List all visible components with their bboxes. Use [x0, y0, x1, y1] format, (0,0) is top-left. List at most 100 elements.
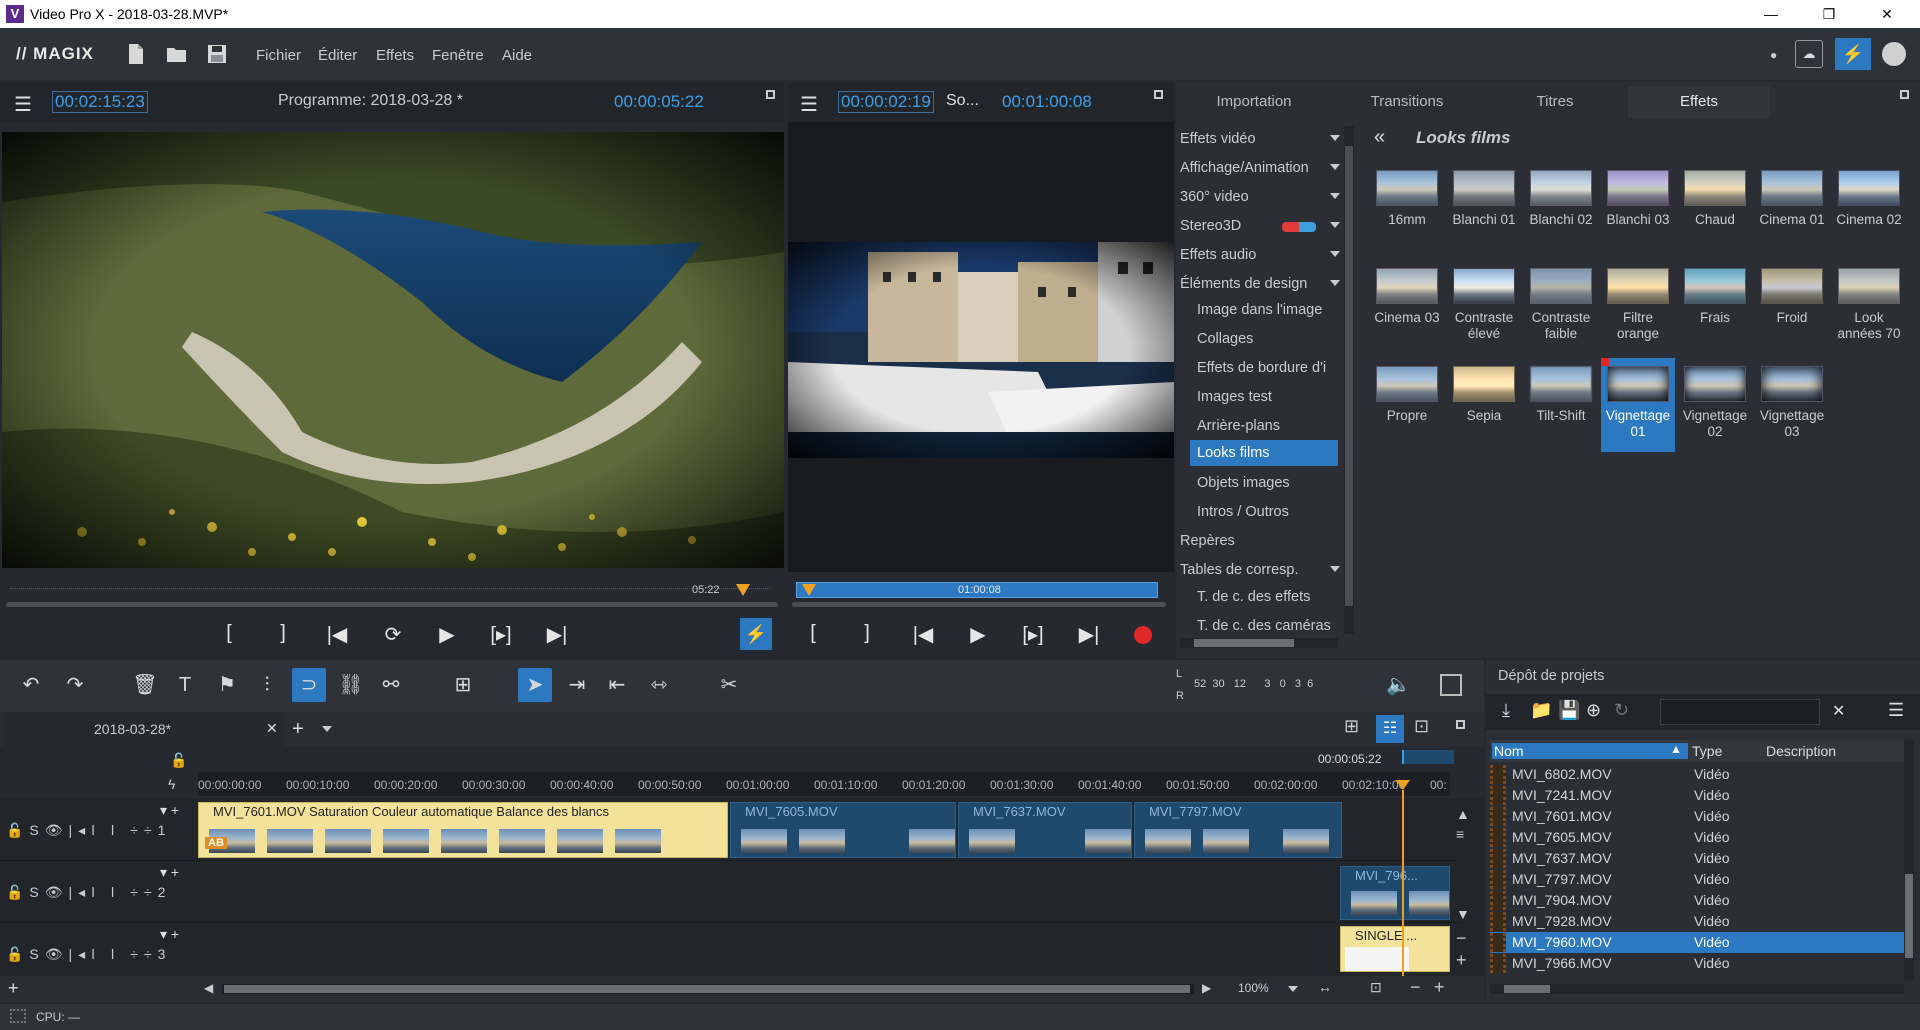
cat-elements-design[interactable]: Éléments de design — [1180, 271, 1340, 297]
cat-objets-images[interactable]: Objets images — [1197, 470, 1357, 496]
add-tab-icon[interactable]: + — [292, 718, 304, 741]
list-view-icon[interactable]: ☰ — [1888, 700, 1904, 721]
clip-mvi-796[interactable]: MVI_796... — [1340, 866, 1450, 920]
bin-row[interactable]: MVI_7797.MOV Vidéo — [1490, 869, 1904, 890]
cat-images-test[interactable]: Images test — [1197, 384, 1357, 410]
cat-tables-corresp[interactable]: Tables de corresp. — [1180, 557, 1340, 583]
cat-effets-audio[interactable]: Effets audio — [1180, 242, 1340, 268]
bin-row[interactable]: MVI_7241.MOV Vidéo — [1490, 785, 1904, 806]
close-button[interactable]: ✕ — [1864, 0, 1910, 28]
fx-blanchi-02[interactable]: Blanchi 02 — [1524, 164, 1598, 228]
col-description[interactable]: Description — [1766, 743, 1836, 759]
magnet-icon[interactable]: ⊃ — [292, 668, 326, 702]
fx-cinema-02[interactable]: Cinema 02 — [1832, 164, 1906, 228]
tab-importation[interactable]: Importation — [1180, 86, 1328, 118]
timeline-view-icon[interactable]: ☷ — [1376, 715, 1404, 743]
track-3-expand-icon[interactable]: ▾ + — [160, 926, 179, 943]
maximize-source-icon[interactable] — [1154, 90, 1163, 99]
fx-froid[interactable]: Froid — [1755, 262, 1829, 326]
program-scrub-area[interactable]: 05:22 — [2, 574, 784, 608]
maximize-button[interactable]: ❐ — [1806, 0, 1852, 28]
play-range-button[interactable]: [▸] — [486, 622, 516, 647]
category-scrollbar[interactable] — [1344, 126, 1354, 634]
cat-effets-bordure[interactable]: Effets de bordure d'i — [1197, 355, 1337, 381]
fx-vignettage-02[interactable]: Vignettage 02 — [1678, 360, 1752, 440]
add-track-icon[interactable]: + — [1456, 950, 1467, 971]
bin-hscrollbar[interactable] — [1490, 984, 1904, 994]
track-1-controls[interactable]: 🔓S👁|◂ǀ ǀ ÷÷1 — [6, 822, 171, 839]
scroll-right-icon[interactable]: ▶ — [1202, 981, 1211, 995]
source-mark-in-button[interactable]: [ — [798, 622, 828, 645]
scissors-icon[interactable]: ✂ — [712, 668, 746, 702]
program-timecode-left[interactable]: 00:02:15:23 — [52, 91, 148, 113]
bin-row[interactable]: MVI_6802.MOV Vidéo — [1490, 764, 1904, 785]
maximize-timeline-icon[interactable] — [1456, 720, 1465, 729]
cat-image-dans-image[interactable]: Image dans l'image — [1197, 297, 1357, 323]
add-object-icon[interactable]: + — [8, 978, 19, 999]
cat-tdc-cameras[interactable]: T. de c. des caméras — [1197, 613, 1357, 639]
source-scrub-area[interactable]: 01:00:08 — [788, 574, 1174, 608]
fx-sepia[interactable]: Sepia — [1447, 360, 1521, 424]
zoom-level[interactable]: 100% — [1238, 981, 1269, 995]
cat-looks-films[interactable]: Looks films — [1190, 440, 1338, 466]
timeline-hscroll-thumb[interactable] — [224, 985, 1190, 993]
monitor-menu-icon[interactable]: ☰ — [14, 92, 32, 117]
remove-track-icon[interactable]: − — [1456, 928, 1467, 949]
timeline-playhead-marker[interactable] — [1396, 780, 1410, 790]
track-2-expand-icon[interactable]: ▾ + — [160, 864, 179, 881]
mixer-window-icon[interactable] — [1440, 674, 1462, 696]
bin-row[interactable]: MVI_7605.MOV Vidéo — [1490, 827, 1904, 848]
timeline-hscrollbar[interactable] — [222, 984, 1194, 994]
play-button[interactable]: ▶ — [432, 622, 462, 647]
import-icon[interactable]: ⤓ — [1502, 700, 1510, 721]
menu-effets[interactable]: Effets — [376, 47, 414, 64]
track-3-controls[interactable]: 🔓S👁|◂ǀ ǀ ÷÷3 — [6, 946, 171, 963]
bin-row[interactable]: MVI_7904.MOV Vidéo — [1490, 890, 1904, 911]
source-timecode-left[interactable]: 00:00:02:19 — [838, 91, 934, 113]
bin-row[interactable]: MVI_7966.MOV Vidéo — [1490, 953, 1904, 974]
maximize-monitor-icon[interactable] — [766, 90, 775, 99]
clip-mvi-7797[interactable]: MVI_7797.MOV — [1134, 802, 1342, 858]
new-file-icon[interactable] — [126, 43, 146, 65]
menu-editer[interactable]: Éditer — [318, 47, 357, 64]
lightning-small-icon[interactable]: ϟ — [168, 776, 175, 792]
lightning-icon[interactable]: ⚡ — [740, 618, 772, 650]
scroll-up-icon[interactable]: ▲ — [1456, 806, 1470, 822]
fx-tilt-shift[interactable]: Tilt-Shift — [1524, 360, 1598, 424]
user-icon[interactable] — [1882, 42, 1906, 66]
range-tool-icon[interactable]: ⇤ — [600, 668, 634, 702]
program-playhead[interactable] — [736, 584, 750, 596]
fit-width-icon[interactable]: ↔ — [1318, 979, 1332, 995]
track-2-controls[interactable]: 🔓S👁|◂ǀ ǀ ÷÷2 — [6, 884, 171, 901]
fx-cinema-01[interactable]: Cinema 01 — [1755, 164, 1829, 228]
mixer-icon[interactable]: ⫶ — [250, 668, 284, 702]
mark-out-button[interactable]: ] — [268, 622, 298, 645]
fx-contraste-faible[interactable]: Contraste faible — [1524, 262, 1598, 342]
source-play-range-button[interactable]: [▸] — [1018, 622, 1048, 647]
menu-fenetre[interactable]: Fenêtre — [432, 47, 484, 64]
fx-look-annees-70[interactable]: Look années 70 — [1832, 262, 1906, 342]
clip-single[interactable]: SINGLE ... — [1340, 926, 1450, 972]
close-tab-icon[interactable]: ✕ — [266, 720, 278, 737]
delete-icon[interactable]: 🗑 — [128, 668, 162, 702]
jump-start-button[interactable]: |◀ — [322, 622, 352, 647]
fx-16mm[interactable]: 16mm — [1370, 164, 1444, 228]
tab-transitions[interactable]: Transitions — [1332, 86, 1482, 118]
zoom-out-icon[interactable]: − — [1410, 977, 1421, 998]
fx-cinema-03[interactable]: Cinema 03 — [1370, 262, 1444, 326]
timeline-tab[interactable]: 2018-03-28* ✕ — [4, 712, 284, 746]
open-folder-icon[interactable]: 📁 — [1530, 700, 1552, 721]
refresh-icon[interactable]: ↻ — [1614, 700, 1629, 721]
category-scroll-thumb[interactable] — [1345, 146, 1353, 606]
magic-wand-icon[interactable]: ⚡ — [1835, 38, 1871, 70]
link-icon[interactable]: ⛓ — [334, 668, 368, 702]
fx-vignettage-03[interactable]: Vignettage 03 — [1755, 360, 1829, 440]
cat-tdc-effets[interactable]: T. de c. des effets — [1197, 584, 1357, 610]
scroll-down-icon[interactable]: ▼ — [1456, 906, 1470, 922]
cat-arriere-plans[interactable]: Arrière-plans — [1197, 413, 1357, 439]
program-progress-track[interactable] — [6, 602, 778, 607]
minimize-button[interactable]: — — [1748, 0, 1794, 28]
bin-row[interactable]: MVI_7928.MOV Vidéo — [1490, 911, 1904, 932]
stretch-tool-icon[interactable]: ⇿ — [642, 668, 676, 702]
timeline-overview-range[interactable] — [1402, 750, 1454, 764]
